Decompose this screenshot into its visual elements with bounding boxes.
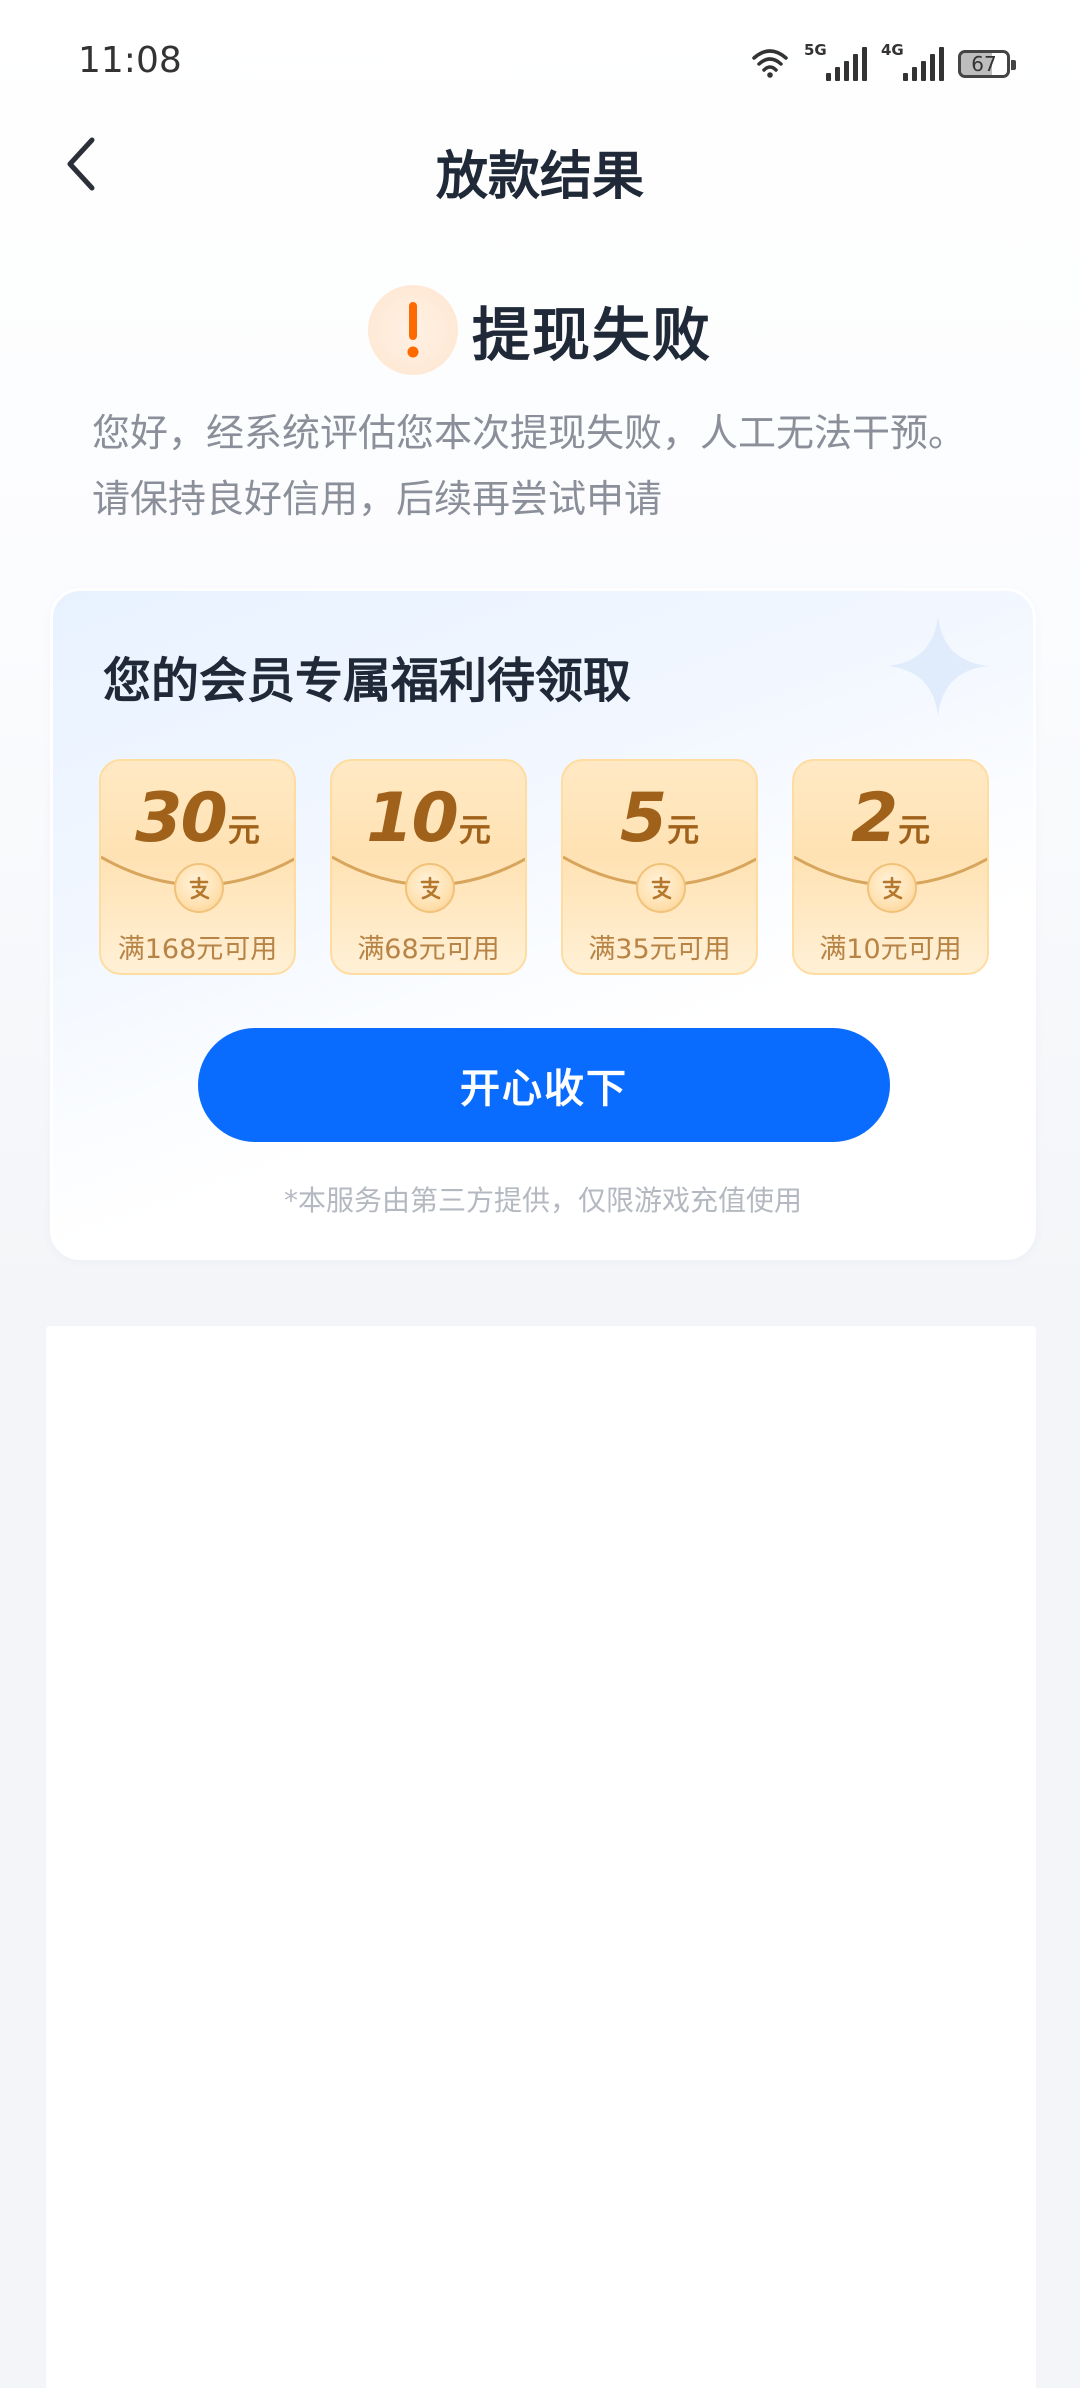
benefits-title: 您的会员专属福利待领取 — [103, 653, 632, 709]
sparkle-icon — [883, 611, 993, 725]
signal-5g-icon: 5G — [804, 41, 867, 81]
coupon-condition: 满68元可用 — [357, 934, 500, 965]
disclaimer-text: *本服务由第三方提供，仅限游戏充值使用 — [283, 1184, 802, 1217]
accept-benefits-button[interactable]: 开心收下 — [198, 1028, 890, 1142]
content-panel — [46, 1326, 1036, 2388]
coupon-amount: 5元 — [619, 779, 700, 858]
result-title: 提现失败 — [471, 301, 712, 369]
coupon-amount: 30元 — [135, 779, 260, 858]
network-type-4g: 4G — [881, 41, 904, 59]
coupon-amount: 10元 — [366, 779, 491, 858]
page-title: 放款结果 — [435, 147, 644, 207]
status-time: 11:08 — [78, 40, 182, 81]
battery-icon: 67 — [958, 50, 1016, 78]
alipay-coin-icon — [636, 863, 686, 913]
coupon-list: 30元 满168元可用 10元 满68元可用 5元 满35元可用 2元 满10元… — [99, 759, 989, 975]
coupon-amount: 2元 — [850, 779, 931, 858]
coupon-condition: 满10元可用 — [819, 934, 962, 965]
result-header: 提现失败 — [0, 285, 1080, 375]
exclamation-icon — [367, 285, 458, 375]
battery-level: 67 — [971, 52, 997, 76]
page: 11:08 5G 4G 67 放款结果 提现失败 您好，经系统评估您本次提现失败… — [0, 0, 1080, 2388]
result-description: 您好，经系统评估您本次提现失败，人工无法干预。请保持良好信用，后续再尝试申请 — [92, 411, 967, 521]
coupon-item: 30元 满168元可用 — [99, 759, 296, 975]
alipay-coin-icon — [405, 863, 455, 913]
coupon-condition: 满35元可用 — [588, 934, 731, 965]
alipay-coin-icon — [174, 863, 224, 913]
network-type-5g: 5G — [804, 41, 827, 59]
status-bar: 11:08 5G 4G 67 — [0, 0, 1080, 120]
coupon-item: 2元 满10元可用 — [792, 759, 989, 975]
coupon-condition: 满168元可用 — [117, 934, 278, 965]
wifi-icon — [750, 46, 790, 82]
signal-4g-icon: 4G — [881, 41, 944, 81]
benefits-card: 您的会员专属福利待领取 30元 满168元可用 10元 满68元可用 5元 满3… — [50, 588, 1036, 1260]
alipay-coin-icon — [867, 863, 917, 913]
coupon-item: 5元 满35元可用 — [561, 759, 758, 975]
nav-bar: 放款结果 — [0, 120, 1080, 210]
coupon-item: 10元 满68元可用 — [330, 759, 527, 975]
status-icons: 5G 4G 67 — [750, 41, 1016, 84]
